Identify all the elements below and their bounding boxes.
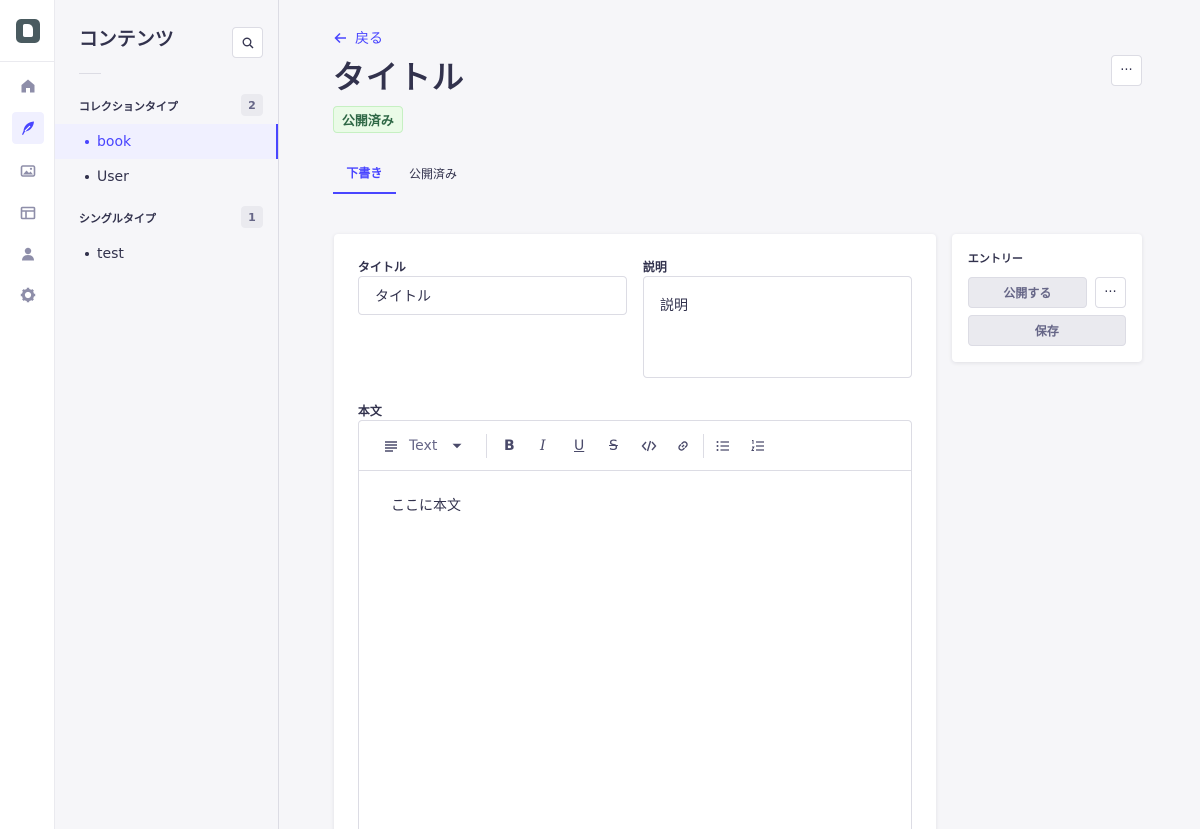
bold-button[interactable]: B	[504, 421, 515, 471]
sidebar-search-button[interactable]	[232, 27, 263, 58]
nav-home[interactable]	[12, 70, 44, 102]
nav-users[interactable]	[12, 238, 44, 270]
collection-types-count: 2	[241, 94, 263, 116]
rich-text-editor: Text B I U S ここに本文	[358, 420, 912, 829]
rail-divider	[0, 61, 55, 62]
description-textarea[interactable]: 説明	[643, 276, 912, 378]
sidebar-divider	[79, 73, 101, 74]
layout-icon	[20, 206, 36, 220]
back-link[interactable]: 戻る	[334, 28, 383, 48]
block-type-label: Text	[409, 438, 438, 454]
link-button[interactable]	[675, 421, 691, 471]
back-label: 戻る	[355, 31, 383, 47]
sidebar-item-user[interactable]: User	[55, 159, 278, 194]
paragraph-align-icon	[385, 441, 397, 452]
body-field-label: 本文	[358, 404, 383, 418]
strikethrough-button[interactable]: S	[609, 421, 618, 471]
toolbar-divider	[703, 434, 704, 458]
bullet-icon	[85, 251, 89, 256]
bullet-icon	[85, 174, 89, 179]
header-more-button[interactable]: ···	[1111, 55, 1142, 86]
page-title: タイトル	[333, 58, 466, 96]
sidebar-item-test[interactable]: test	[55, 236, 278, 271]
sidebar-item-book[interactable]: book	[55, 124, 278, 159]
entry-more-button[interactable]: ···	[1095, 277, 1126, 308]
tab-published[interactable]: 公開済み	[400, 152, 466, 194]
description-field-label: 説明	[643, 260, 668, 274]
title-field-label: タイトル	[358, 260, 407, 274]
bulleted-list-button[interactable]	[715, 421, 731, 471]
underline-button[interactable]: U	[574, 421, 584, 471]
sidebar-item-label: test	[97, 245, 124, 262]
nav-settings[interactable]	[12, 279, 44, 311]
arrow-left-icon	[334, 32, 346, 44]
bullet-icon	[85, 139, 89, 144]
nav-content-manager[interactable]	[12, 112, 44, 144]
search-icon	[242, 37, 253, 48]
numbered-list-icon	[751, 440, 764, 451]
main-nav-rail	[0, 0, 55, 829]
toolbar-divider	[486, 434, 487, 458]
media-icon	[20, 165, 36, 177]
code-icon	[641, 440, 657, 452]
title-input[interactable]: タイトル	[358, 276, 627, 315]
bulleted-list-icon	[716, 441, 729, 451]
editor-content[interactable]: ここに本文	[359, 471, 911, 539]
content-sidebar: コンテンツ コレクションタイプ 2 book User シングルタイプ 1 te…	[55, 0, 279, 829]
nav-media-library[interactable]	[12, 155, 44, 187]
block-type-select[interactable]: Text	[383, 421, 463, 471]
single-types-count: 1	[241, 206, 263, 228]
app-logo-icon[interactable]	[16, 19, 40, 43]
sidebar-item-label: User	[97, 168, 129, 185]
publish-button[interactable]: 公開する	[968, 277, 1087, 308]
code-button[interactable]	[641, 421, 657, 471]
editor-toolbar: Text B I U S	[359, 421, 911, 471]
save-button[interactable]: 保存	[968, 315, 1126, 346]
user-icon	[22, 247, 34, 261]
sidebar-title: コンテンツ	[79, 28, 175, 50]
italic-button[interactable]: I	[540, 421, 546, 471]
numbered-list-button[interactable]	[750, 421, 766, 471]
feather-icon	[22, 121, 34, 135]
edit-form-card: タイトル タイトル 説明 説明 本文 Text B I U S ここに本文	[334, 234, 936, 829]
collection-types-heading: コレクションタイプ	[79, 100, 178, 113]
status-badge: 公開済み	[333, 106, 404, 133]
gear-icon	[20, 287, 36, 303]
home-icon	[21, 79, 35, 93]
entry-panel: エントリー 公開する ··· 保存	[952, 234, 1142, 362]
nav-content-type-builder[interactable]	[12, 197, 44, 229]
sidebar-item-label: book	[97, 133, 132, 150]
tab-draft[interactable]: 下書き	[333, 152, 396, 194]
single-types-heading: シングルタイプ	[79, 212, 156, 225]
link-icon	[678, 441, 688, 451]
entry-panel-title: エントリー	[968, 252, 1023, 265]
caret-down-icon	[452, 443, 462, 449]
